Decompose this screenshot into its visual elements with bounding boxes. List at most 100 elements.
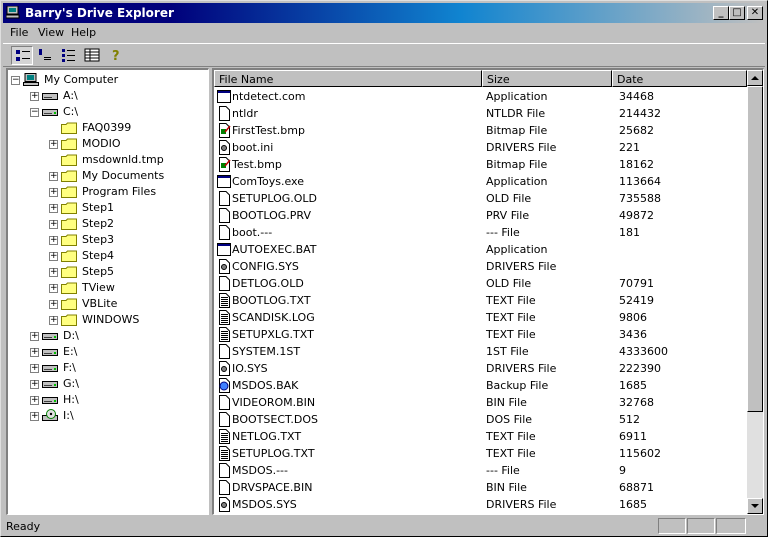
expand-icon[interactable]: + <box>49 268 58 277</box>
file-name-cell: CONFIG.SYS <box>232 260 299 273</box>
table-row[interactable]: DETLOG.OLD OLD File 70791 <box>214 275 744 292</box>
table-row[interactable]: SETUPLOG.TXT TEXT File 115602 <box>214 445 744 462</box>
file-type-cell: BIN File <box>486 396 527 409</box>
expand-icon[interactable]: + <box>49 236 58 245</box>
table-row[interactable]: boot.ini DRIVERS File 221 <box>214 139 744 156</box>
help-button[interactable]: ? <box>106 46 128 65</box>
minimize-button[interactable]: _ <box>713 6 729 20</box>
table-row[interactable]: SETUPLOG.OLD OLD File 735588 <box>214 190 744 207</box>
status-text: Ready <box>6 520 41 533</box>
file-date-cell: 221 <box>619 141 640 154</box>
expand-icon[interactable]: + <box>49 220 58 229</box>
floppy-drive-icon <box>42 93 58 100</box>
file-type-cell: OLD File <box>486 192 532 205</box>
expand-icon[interactable]: + <box>30 412 39 421</box>
file-icon <box>219 106 230 121</box>
maximize-button[interactable]: □ <box>729 6 745 20</box>
expand-icon[interactable]: + <box>30 396 39 405</box>
table-row[interactable]: NETLOG.TXT TEXT File 6911 <box>214 428 744 445</box>
table-row[interactable]: DRVSPACE.BIN BIN File 68871 <box>214 479 744 496</box>
file-name-cell: boot.ini <box>232 141 274 154</box>
hard-drive-icon <box>42 349 58 356</box>
expand-icon[interactable]: + <box>30 380 39 389</box>
column-header-file-name[interactable]: File Name <box>214 70 482 87</box>
tree-label: G:\ <box>63 377 79 390</box>
scroll-up-button[interactable] <box>747 70 763 86</box>
file-type-cell: Application <box>486 90 548 103</box>
file-icon <box>219 412 230 427</box>
table-row[interactable]: AUTOEXEC.BAT Application <box>214 241 744 258</box>
tree-label: My Documents <box>82 169 165 182</box>
folder-tree[interactable]: − My Computer + A:\ − C:\ FAQ0399 + MODIO msdownl… <box>6 68 209 515</box>
close-icon: ✕ <box>750 7 760 18</box>
expand-icon[interactable]: + <box>49 284 58 293</box>
table-row[interactable]: SETUPXLG.TXT TEXT File 3436 <box>214 326 744 343</box>
expand-icon[interactable]: + <box>49 140 58 149</box>
expand-icon[interactable]: + <box>30 348 39 357</box>
close-button[interactable]: ✕ <box>747 6 763 20</box>
tree-label: Step3 <box>82 233 115 246</box>
expand-icon[interactable]: + <box>30 92 39 101</box>
title-bar[interactable]: Barry's Drive Explorer _ □ ✕ <box>3 3 765 23</box>
tree-label: F:\ <box>63 361 76 374</box>
bitmap-file-icon <box>219 157 231 172</box>
window-title: Barry's Drive Explorer <box>25 6 174 20</box>
table-row[interactable]: CONFIG.SYS DRIVERS File <box>214 258 744 275</box>
table-row[interactable]: MSDOS.--- --- File 9 <box>214 462 744 479</box>
expand-icon[interactable]: + <box>49 252 58 261</box>
table-row[interactable]: BOOTLOG.TXT TEXT File 52419 <box>214 292 744 309</box>
expand-icon[interactable]: + <box>49 300 58 309</box>
file-name-cell: BOOTSECT.DOS <box>232 413 319 426</box>
file-list[interactable]: File Name Size Date ntdetect.com Applicat… <box>212 68 764 515</box>
table-row[interactable]: ComToys.exe Application 113664 <box>214 173 744 190</box>
menu-view[interactable]: View <box>38 26 64 39</box>
expand-icon[interactable]: + <box>49 188 58 197</box>
file-name-cell: ComToys.exe <box>232 175 304 188</box>
application-icon <box>217 90 231 103</box>
table-row[interactable]: VIDEOROM.BIN BIN File 32768 <box>214 394 744 411</box>
table-row[interactable]: MSDOS.BAK Backup File 1685 <box>214 377 744 394</box>
column-header-date[interactable]: Date <box>612 70 747 87</box>
menu-file[interactable]: File <box>10 26 28 39</box>
tree-label: Step1 <box>82 201 115 214</box>
expand-icon[interactable]: + <box>49 204 58 213</box>
column-header-size[interactable]: Size <box>482 70 612 87</box>
small-icons-view-button[interactable] <box>34 46 56 65</box>
folder-icon <box>61 138 77 150</box>
scroll-down-button[interactable] <box>747 498 763 514</box>
hard-drive-icon <box>42 381 58 388</box>
table-row[interactable]: SCANDISK.LOG TEXT File 9806 <box>214 309 744 326</box>
table-row[interactable]: FirstTest.bmp Bitmap File 25682 <box>214 122 744 139</box>
table-row[interactable]: BOOTLOG.PRV PRV File 49872 <box>214 207 744 224</box>
collapse-icon[interactable]: − <box>30 108 39 117</box>
collapse-icon[interactable]: − <box>11 76 20 85</box>
table-row[interactable]: SYSTEM.1ST 1ST File 4333600 <box>214 343 744 360</box>
menu-help[interactable]: Help <box>71 26 96 39</box>
table-row[interactable]: ntldr NTLDR File 214432 <box>214 105 744 122</box>
file-type-cell: TEXT File <box>486 447 536 460</box>
large-icons-view-icon <box>16 50 30 61</box>
details-view-button[interactable] <box>81 46 103 65</box>
file-date-cell: 1685 <box>619 498 647 511</box>
cdrom-drive-icon <box>42 409 58 421</box>
expand-icon[interactable]: + <box>30 364 39 373</box>
table-row[interactable]: MSDOS.SYS DRIVERS File 1685 <box>214 496 744 513</box>
table-row[interactable]: boot.--- --- File 181 <box>214 224 744 241</box>
vertical-scrollbar[interactable] <box>747 70 763 514</box>
file-type-cell: DRIVERS File <box>486 260 557 273</box>
large-icons-view-button[interactable] <box>11 46 33 65</box>
status-panel <box>687 518 715 534</box>
expand-icon[interactable]: + <box>49 316 58 325</box>
expand-icon[interactable]: + <box>49 172 58 181</box>
table-row[interactable]: BOOTSECT.DOS DOS File 512 <box>214 411 744 428</box>
bitmap-file-icon <box>219 123 231 138</box>
expand-icon[interactable]: + <box>30 332 39 341</box>
list-view-button[interactable] <box>58 46 80 65</box>
tree-label: VBLite <box>82 297 118 310</box>
scroll-thumb[interactable] <box>747 86 763 412</box>
table-row[interactable]: Test.bmp Bitmap File 18162 <box>214 156 744 173</box>
table-row[interactable]: IO.SYS DRIVERS File 222390 <box>214 360 744 377</box>
file-name-cell: MSDOS.--- <box>232 464 288 477</box>
app-window: Barry's Drive Explorer _ □ ✕ File View H… <box>0 0 768 537</box>
table-row[interactable]: ntdetect.com Application 34468 <box>214 88 744 105</box>
